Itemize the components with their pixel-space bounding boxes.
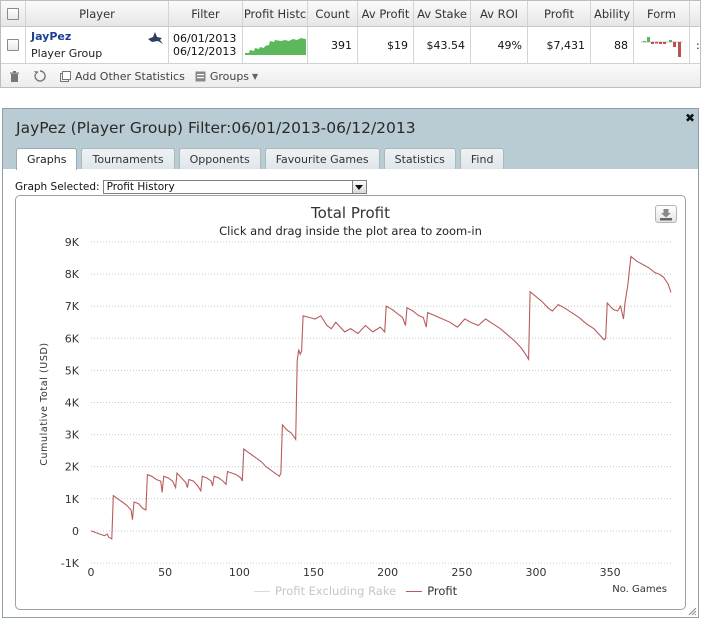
refresh-button[interactable] — [34, 70, 50, 82]
col-av-stake[interactable]: Av Stake — [414, 1, 471, 26]
y-tick-label: 3K — [65, 429, 80, 442]
close-icon[interactable]: ✖ — [685, 111, 695, 125]
graph-selected-label: Graph Selected: — [15, 181, 100, 193]
y-tick-label: 5K — [65, 364, 80, 377]
y-tick-label: 4K — [65, 397, 80, 410]
player-cell[interactable]: JayPez Player Group — [26, 27, 169, 63]
y-tick-label: 7K — [65, 300, 80, 313]
panel-tabs: Graphs Tournaments Opponents Favourite G… — [16, 148, 508, 170]
overflow-cell: : — [696, 38, 700, 52]
select-all-checkbox[interactable] — [7, 7, 19, 20]
row-checkbox[interactable] — [7, 39, 19, 51]
chevron-down-icon — [355, 184, 364, 190]
graph-select[interactable]: Profit History — [102, 180, 367, 194]
delete-button[interactable] — [9, 70, 24, 82]
x-tick-label: 50 — [158, 566, 172, 579]
legend-label-excl-rake: Profit Excluding Rake — [275, 584, 397, 598]
player-group: Player Group — [31, 47, 103, 60]
grid-toolbar: Add Other Statistics Groups ▼ — [1, 64, 700, 87]
panel-header: JayPez (Player Group) Filter:06/01/2013-… — [3, 109, 698, 170]
chart-legend: Profit Excluding Rake Profit — [254, 584, 467, 598]
shark-icon — [148, 32, 163, 44]
y-tick-label: 6K — [65, 332, 80, 345]
col-filter[interactable]: Filter — [169, 1, 243, 26]
av-roi-value: 49% — [471, 27, 528, 63]
legend-item-profit[interactable]: Profit — [406, 584, 457, 598]
col-av-profit[interactable]: Av Profit — [358, 1, 414, 26]
chevron-down-icon: ▼ — [252, 71, 259, 81]
x-axis-label: No. Games — [612, 584, 667, 595]
chart-container: -1K 0 1K 2K 3K 4K 5K 6K 7K 8K 9K 0 50 100 150 200 250 30… — [15, 195, 686, 610]
groups-label: Groups — [209, 69, 250, 83]
graph-select-row: Graph Selected: Profit History — [15, 180, 367, 194]
col-ability[interactable]: Ability — [591, 1, 634, 26]
tab-opponents[interactable]: Opponents — [178, 148, 261, 169]
profit-value: $7,431 — [528, 27, 591, 63]
sparkline-chart — [244, 38, 306, 55]
y-tick-label: 0 — [72, 525, 79, 538]
tab-tournaments[interactable]: Tournaments — [81, 148, 175, 169]
x-tick-label: 300 — [526, 566, 547, 579]
add-stats-icon — [60, 70, 71, 82]
col-profit-history[interactable]: Profit Histc — [243, 1, 308, 26]
x-tick-label: 200 — [377, 566, 398, 579]
resize-grip-icon[interactable] — [687, 606, 697, 616]
add-other-statistics-button[interactable]: Add Other Statistics — [60, 70, 185, 83]
graph-select-button[interactable] — [351, 181, 366, 193]
profit-series-line — [90, 255, 672, 540]
stats-grid: Player Filter Profit Histc Count Av Prof… — [0, 0, 701, 88]
table-row[interactable]: JayPez Player Group 06/01/2013 06/12/201… — [1, 27, 700, 64]
download-button[interactable] — [655, 205, 677, 223]
col-profit[interactable]: Profit — [528, 1, 591, 26]
player-name[interactable]: JayPez — [31, 30, 71, 43]
av-stake-value: $43.54 — [414, 27, 471, 63]
x-tick-label: 0 — [88, 566, 95, 579]
download-icon — [660, 208, 672, 220]
refresh-icon — [34, 70, 46, 82]
tab-statistics[interactable]: Statistics — [383, 148, 456, 169]
legend-label-profit: Profit — [427, 584, 458, 598]
y-axis-label: Cumulative Total (USD) — [39, 342, 50, 465]
form-bars-chart — [640, 37, 683, 57]
col-av-roi[interactable]: Av ROI — [471, 1, 528, 26]
col-form[interactable]: Form — [634, 1, 690, 26]
ability-value: 88 — [591, 27, 634, 63]
header-select-all[interactable] — [1, 1, 26, 26]
grid-header: Player Filter Profit Histc Count Av Prof… — [1, 1, 700, 27]
tab-find[interactable]: Find — [459, 148, 505, 169]
add-other-statistics-label: Add Other Statistics — [75, 69, 185, 83]
x-tick-label: 150 — [303, 566, 324, 579]
col-player[interactable]: Player — [26, 1, 169, 26]
y-tick-label: -1K — [61, 557, 80, 570]
y-tick-label: 8K — [65, 268, 80, 281]
profit-history-sparkline — [243, 27, 308, 63]
chart-title: Total Profit — [311, 204, 390, 222]
legend-item-excl-rake[interactable]: Profit Excluding Rake — [254, 584, 396, 598]
tab-graphs[interactable]: Graphs — [16, 148, 78, 170]
player-panel: JayPez (Player Group) Filter:06/01/2013-… — [2, 108, 699, 618]
y-tick-label: 2K — [65, 461, 80, 474]
x-tick-label: 350 — [600, 566, 621, 579]
filter-from: 06/01/2013 — [173, 32, 237, 45]
tab-favourite-games[interactable]: Favourite Games — [264, 148, 380, 169]
trash-icon — [10, 70, 19, 82]
profit-chart[interactable]: -1K01K2K3K4K5K6K7K8K9K 0 50 100 150 200 250 30… — [16, 196, 687, 611]
row-select[interactable] — [1, 27, 26, 63]
count-value: 391 — [308, 27, 358, 63]
x-tick-label: 100 — [229, 566, 250, 579]
groups-dropdown[interactable]: Groups ▼ — [195, 70, 258, 83]
graph-select-value: Profit History — [106, 181, 175, 193]
av-profit-value: $19 — [358, 27, 414, 63]
col-more[interactable] — [690, 1, 700, 26]
form-chart — [634, 27, 690, 63]
y-tick-label: 1K — [65, 493, 80, 506]
col-count[interactable]: Count — [308, 1, 358, 26]
panel-title: JayPez (Player Group) Filter:06/01/2013-… — [16, 119, 416, 137]
groups-icon — [195, 71, 206, 81]
filter-to: 06/12/2013 — [173, 45, 237, 58]
x-tick-label: 250 — [451, 566, 472, 579]
chart-subtitle: Click and drag inside the plot area to z… — [219, 224, 482, 238]
filter-cell: 06/01/2013 06/12/2013 — [169, 27, 243, 63]
